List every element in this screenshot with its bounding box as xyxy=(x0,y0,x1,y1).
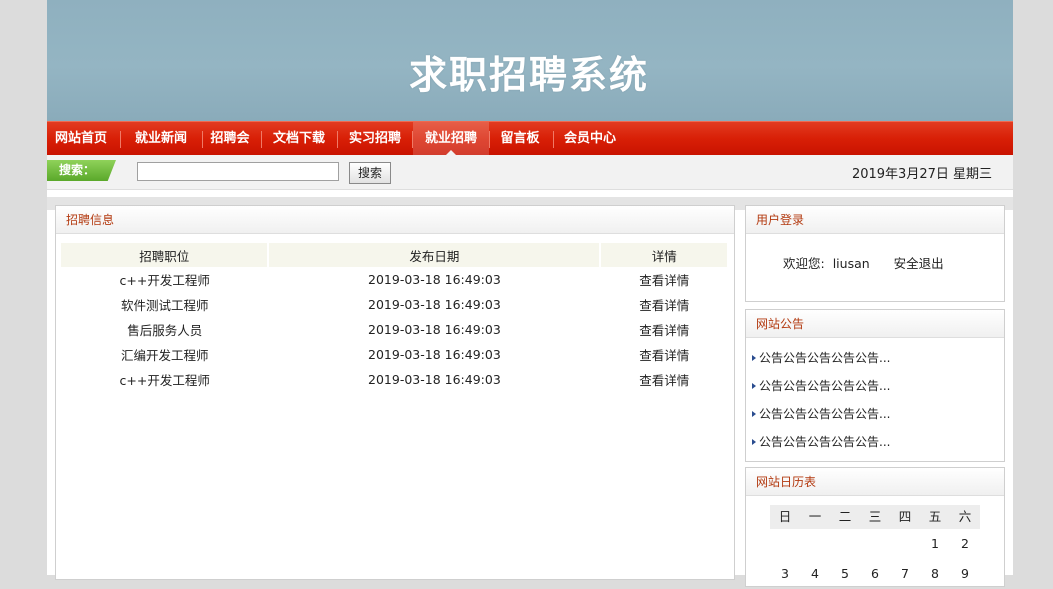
notice-text: 公告公告公告公告公告... xyxy=(759,351,891,365)
list-item[interactable]: 公告公告公告公告公告... xyxy=(752,405,890,433)
view-detail-link[interactable]: 查看详情 xyxy=(600,342,728,367)
nav-separator xyxy=(489,131,490,148)
nav-item-downloads[interactable]: 文档下载 xyxy=(269,122,329,156)
job-position: c++开发工程师 xyxy=(119,373,210,388)
column-header-position: 招聘职位 xyxy=(61,243,270,267)
calendar-weekday-row: 日 一 二 三 四 五 六 xyxy=(770,505,980,529)
bullet-arrow-icon xyxy=(752,383,756,389)
calendar-day[interactable]: 3 xyxy=(770,559,800,589)
column-header-detail: 详情 xyxy=(600,243,729,267)
calendar-week-row: 3 4 5 6 7 8 9 xyxy=(770,559,980,589)
view-detail-link[interactable]: 查看详情 xyxy=(600,267,728,292)
list-item[interactable]: 公告公告公告公告公告... xyxy=(752,349,890,377)
jobs-panel-title: 招聘信息 xyxy=(56,206,734,234)
weekday-label: 日 xyxy=(770,505,800,529)
calendar-day xyxy=(890,529,920,559)
weekday-label: 六 xyxy=(950,505,980,529)
job-date: 2019-03-18 16:49:03 xyxy=(368,347,501,362)
view-detail-link[interactable]: 查看详情 xyxy=(600,317,728,342)
notice-text: 公告公告公告公告公告... xyxy=(759,379,891,393)
current-date: 2019年3月27日 星期三 xyxy=(851,167,992,182)
column-header-date: 发布日期 xyxy=(268,243,602,267)
username: liusan xyxy=(832,256,870,271)
nav-separator xyxy=(120,131,121,148)
page: 求职招聘系统 网站首页 就业新闻 招聘会 文档下载 实习招聘 就业招聘 留言板 … xyxy=(47,0,1013,587)
calendar-grid: 日 一 二 三 四 五 六 1 2 3 4 5 6 7 8 9 xyxy=(770,505,980,589)
table-row: 软件测试工程师 2019-03-18 16:49:03 查看详情 xyxy=(61,292,728,317)
nav-separator xyxy=(553,131,554,148)
nav-item-guestbook[interactable]: 留言板 xyxy=(495,122,545,156)
notice-text: 公告公告公告公告公告... xyxy=(759,407,891,421)
calendar-panel: 网站日历表 日 一 二 三 四 五 六 1 2 3 4 5 6 7 8 9 xyxy=(745,467,1005,587)
table-header-row: 招聘职位 发布日期 详情 xyxy=(61,243,729,267)
calendar-day[interactable]: 1 xyxy=(920,529,950,559)
search-label: 搜索： xyxy=(47,160,116,181)
calendar-day[interactable]: 2 xyxy=(950,529,980,559)
site-title: 求职招聘系统 xyxy=(409,52,650,97)
main-nav: 网站首页 就业新闻 招聘会 文档下载 实习招聘 就业招聘 留言板 会员中心 xyxy=(47,121,1013,156)
table-row: 售后服务人员 2019-03-18 16:49:03 查看详情 xyxy=(61,317,728,342)
view-detail-link[interactable]: 查看详情 xyxy=(600,367,728,392)
job-date: 2019-03-18 16:49:03 xyxy=(368,297,501,312)
calendar-day[interactable]: 9 xyxy=(950,559,980,589)
login-panel: 用户登录 欢迎您: liusan 安全退出 xyxy=(745,205,1005,302)
view-detail-link[interactable]: 查看详情 xyxy=(600,292,728,317)
job-position: 软件测试工程师 xyxy=(120,298,209,313)
calendar-day[interactable]: 8 xyxy=(920,559,950,589)
job-date: 2019-03-18 16:49:03 xyxy=(368,272,501,287)
notice-panel: 网站公告 公告公告公告公告公告... 公告公告公告公告公告... 公告公告公告公… xyxy=(745,309,1005,462)
table-row: 汇编开发工程师 2019-03-18 16:49:03 查看详情 xyxy=(61,342,728,367)
notice-panel-title: 网站公告 xyxy=(746,310,1004,338)
bullet-arrow-icon xyxy=(752,439,756,445)
job-position: 汇编开发工程师 xyxy=(120,348,209,363)
jobs-table: 招聘职位 发布日期 详情 c++开发工程师 2019-03-18 16:49:0… xyxy=(61,243,729,392)
nav-item-home[interactable]: 网站首页 xyxy=(51,122,111,156)
calendar-day[interactable]: 4 xyxy=(800,559,830,589)
search-button[interactable]: 搜索 xyxy=(349,162,391,184)
weekday-label: 三 xyxy=(860,505,890,529)
nav-separator xyxy=(261,131,262,148)
nav-item-job-fair[interactable]: 招聘会 xyxy=(207,122,253,156)
search-bar: 搜索： 搜索 2019年3月27日 星期三 xyxy=(47,155,1013,190)
jobs-panel: 招聘信息 招聘职位 发布日期 详情 c++开发工程师 2019-03-18 16… xyxy=(55,205,735,580)
bullet-arrow-icon xyxy=(752,411,756,417)
table-row: c++开发工程师 2019-03-18 16:49:03 查看详情 xyxy=(61,367,728,392)
calendar-day xyxy=(830,529,860,559)
weekday-label: 一 xyxy=(800,505,830,529)
weekday-label: 四 xyxy=(890,505,920,529)
weekday-label: 二 xyxy=(830,505,860,529)
calendar-panel-title: 网站日历表 xyxy=(746,468,1004,496)
weekday-label: 五 xyxy=(920,505,950,529)
bullet-arrow-icon xyxy=(752,355,756,361)
list-item[interactable]: 公告公告公告公告公告... xyxy=(752,377,890,405)
search-input[interactable] xyxy=(137,162,339,181)
nav-item-employment-news[interactable]: 就业新闻 xyxy=(129,122,193,156)
login-status: 欢迎您: liusan 安全退出 xyxy=(783,253,948,272)
notice-text: 公告公告公告公告公告... xyxy=(759,435,891,449)
list-item[interactable]: 公告公告公告公告公告... xyxy=(752,433,890,461)
nav-item-internship[interactable]: 实习招聘 xyxy=(345,122,405,156)
calendar-day[interactable]: 5 xyxy=(830,559,860,589)
nav-separator xyxy=(337,131,338,148)
header-banner: 求职招聘系统 xyxy=(47,0,1013,121)
table-row: c++开发工程师 2019-03-18 16:49:03 查看详情 xyxy=(61,267,728,292)
job-date: 2019-03-18 16:49:03 xyxy=(368,372,501,387)
calendar-week-row: 1 2 xyxy=(770,529,980,559)
calendar-day xyxy=(800,529,830,559)
calendar-day xyxy=(860,529,890,559)
calendar-day xyxy=(770,529,800,559)
login-panel-title: 用户登录 xyxy=(746,206,1004,234)
calendar-day[interactable]: 6 xyxy=(860,559,890,589)
welcome-label: 欢迎您: xyxy=(783,256,825,271)
logout-link[interactable]: 安全退出 xyxy=(894,256,944,271)
job-position: c++开发工程师 xyxy=(119,273,210,288)
job-date: 2019-03-18 16:49:03 xyxy=(368,322,501,337)
nav-separator xyxy=(202,131,203,148)
calendar-day[interactable]: 7 xyxy=(890,559,920,589)
job-position: 售后服务人员 xyxy=(127,323,203,338)
notice-list: 公告公告公告公告公告... 公告公告公告公告公告... 公告公告公告公告公告..… xyxy=(752,349,890,461)
nav-item-member-center[interactable]: 会员中心 xyxy=(559,122,621,156)
